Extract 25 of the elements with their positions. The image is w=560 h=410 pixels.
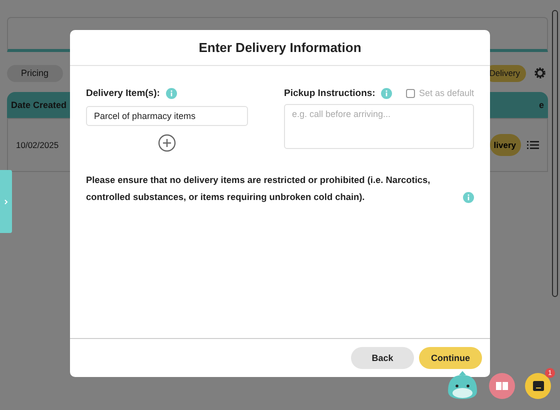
mascot-drawing[interactable]	[446, 371, 479, 401]
input-field[interactable]: e.g. call before arriving...	[284, 104, 474, 149]
scrollbar[interactable]	[552, 10, 558, 297]
checkbox-label: Set as default	[418, 88, 474, 98]
list-icon[interactable]	[527, 140, 539, 150]
book-button[interactable]	[489, 373, 515, 399]
pricing-tab[interactable]: Pricing	[7, 64, 63, 82]
chat-icon	[532, 381, 544, 391]
input-field[interactable]: Parcel of pharmacy items	[86, 106, 248, 126]
delivery-button[interactable]: livery	[490, 134, 521, 156]
dialog-title: Enter Delivery Information	[198, 40, 362, 55]
book-icon	[496, 381, 508, 391]
continue-button[interactable]: Continue	[419, 347, 482, 369]
settings-icon[interactable]	[534, 67, 546, 79]
notice-text: Please ensure that no delivery items are restricted or prohibited (i.e. Narcotics, controlled substances, or items requiring unbroken cold chain).	[86, 174, 432, 204]
field-label: Delivery Item(s):	[86, 88, 160, 98]
table-cell: 10/02/2025	[16, 140, 59, 150]
back-button[interactable]: Back	[351, 347, 414, 369]
column-header: Date Created	[11, 100, 67, 110]
chevron-right-icon	[4, 198, 8, 204]
add-icon[interactable]	[158, 134, 176, 152]
field-label: Pickup Instructions:	[284, 88, 376, 98]
checkbox[interactable]	[406, 88, 415, 98]
chat-button[interactable]	[525, 373, 551, 399]
column-header: e	[538, 100, 544, 110]
